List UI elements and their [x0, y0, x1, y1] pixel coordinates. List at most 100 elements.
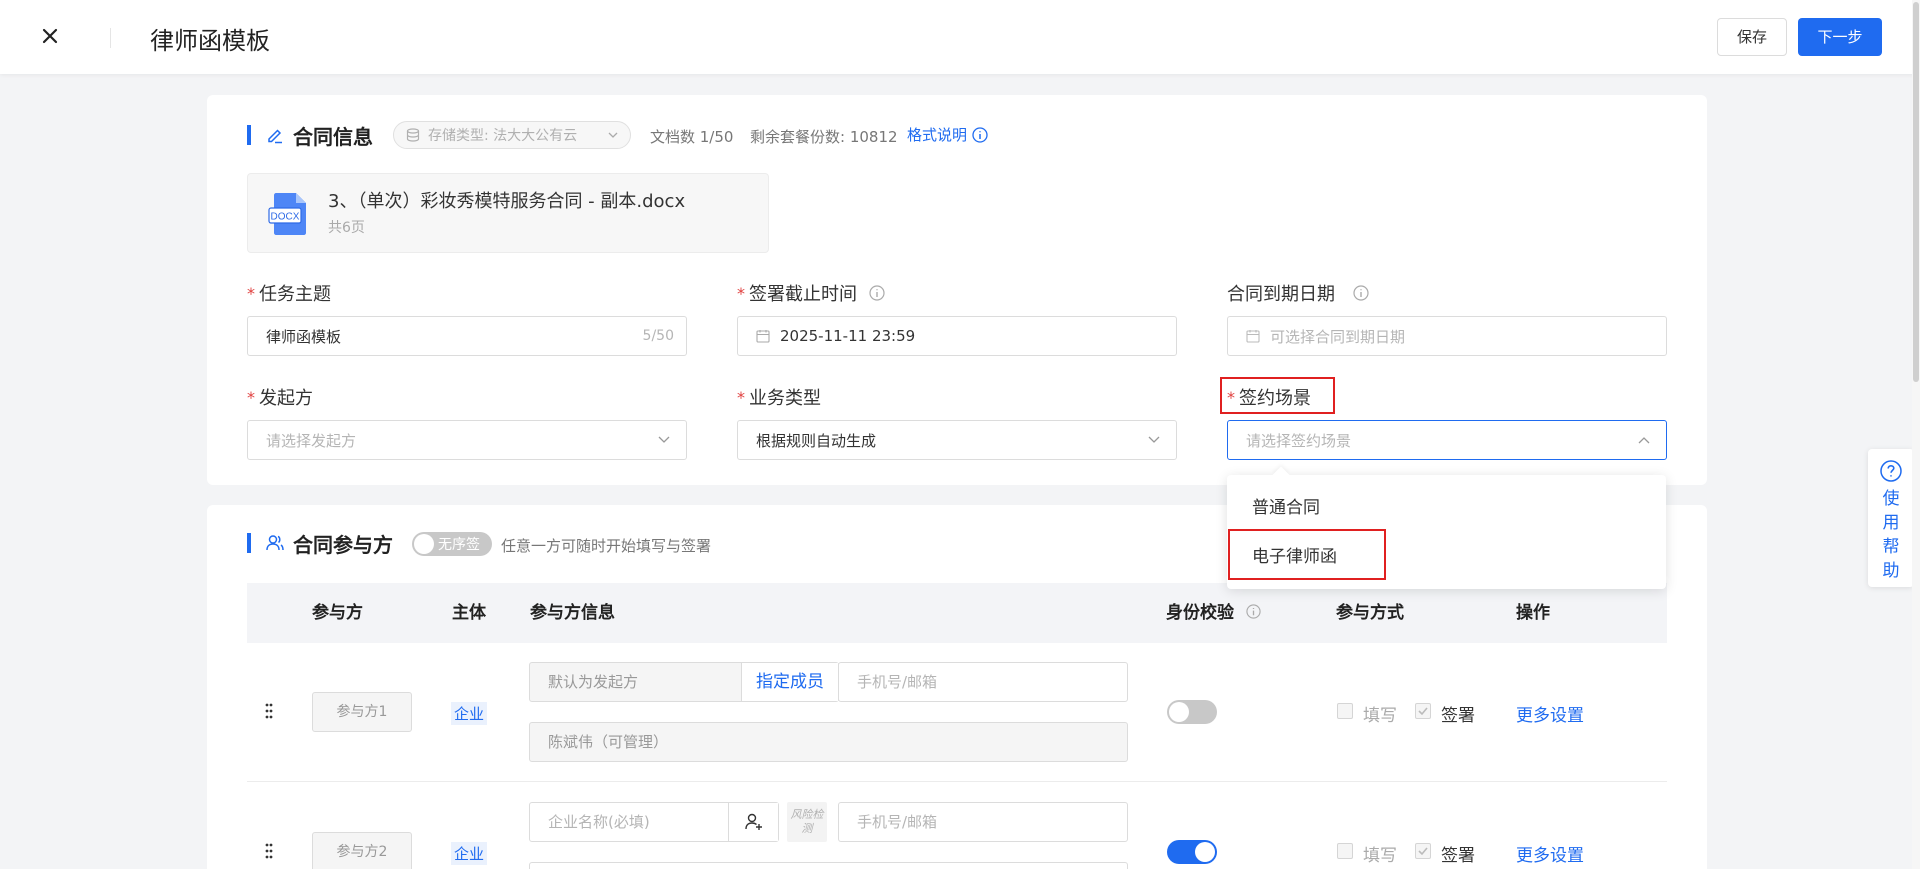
col-mode: 参与方式 — [1336, 603, 1404, 623]
scrollbar[interactable] — [1912, 0, 1920, 869]
next-step-button[interactable]: 下一步 — [1798, 18, 1882, 56]
info-icon[interactable] — [869, 285, 885, 301]
divider — [110, 28, 111, 48]
member-field[interactable]: 陈斌伟（可管理） — [529, 722, 1128, 762]
more-settings-link[interactable]: 更多设置 — [1516, 841, 1584, 866]
col-entity: 主体 — [452, 603, 486, 623]
contact-input[interactable]: 手机号/邮箱 — [838, 662, 1128, 702]
participant-name[interactable]: 参与方2 — [312, 832, 412, 869]
help-widget[interactable]: 使用帮助 — [1868, 449, 1914, 587]
format-help-link[interactable]: 格式说明 — [907, 124, 988, 145]
sign-label: 签署 — [1441, 706, 1475, 726]
col-verify-label: 身份校验 — [1166, 603, 1234, 623]
entity-badge[interactable]: 企业 — [451, 702, 488, 725]
input-value: 律师函模板 — [266, 327, 342, 346]
col-action: 操作 — [1516, 603, 1550, 623]
col-info: 参与方信息 — [530, 603, 615, 623]
fill-checkbox[interactable] — [1337, 703, 1353, 719]
identity-verify-toggle[interactable] — [1167, 840, 1217, 864]
table-header: 参与方 主体 参与方信息 身份校验 参与方式 操作 — [247, 583, 1667, 643]
drag-handle-icon[interactable] — [264, 843, 274, 859]
input-value: 根据规则自动生成 — [756, 431, 877, 450]
sign-label: 签署 — [1441, 846, 1475, 866]
file-name: 3、（单次）彩妆秀模特服务合同 - 副本.docx — [328, 191, 686, 212]
storage-type-label: 存储类型: 法大大公有云 — [428, 128, 578, 144]
sign-deadline-label: * 签署截止时间 — [737, 280, 885, 306]
fill-checkbox[interactable] — [1337, 843, 1353, 859]
col-participant: 参与方 — [312, 603, 363, 623]
info-icon — [972, 126, 988, 143]
file-pages: 共6页 — [328, 220, 365, 236]
char-count: 5/50 — [642, 328, 674, 344]
required-mark: * — [737, 283, 745, 303]
toggle-knob — [1169, 702, 1189, 722]
order-hint: 任意一方可随时开始填写与签署 — [501, 537, 712, 555]
chevron-down-icon — [658, 436, 670, 443]
docx-file-icon: DOCX — [268, 193, 306, 235]
input-placeholder: 可选择合同到期日期 — [1270, 327, 1406, 346]
chevron-down-icon — [1148, 436, 1160, 443]
initiator-label: * 发起方 — [247, 384, 313, 410]
required-mark: * — [247, 387, 255, 407]
toggle-knob — [414, 534, 434, 554]
scrollbar-thumb[interactable] — [1913, 2, 1919, 382]
chevron-up-icon — [1638, 437, 1650, 444]
task-subject-label: * 任务主题 — [247, 280, 331, 306]
close-icon[interactable] — [38, 24, 62, 48]
format-help-label: 格式说明 — [907, 126, 968, 144]
calendar-icon — [1246, 330, 1260, 343]
entity-badge[interactable]: 企业 — [451, 842, 488, 865]
help-label: 使用帮助 — [1882, 489, 1900, 581]
section-title: 合同信息 — [293, 124, 373, 149]
calendar-icon — [756, 330, 770, 343]
more-settings-link[interactable]: 更多设置 — [1516, 701, 1584, 726]
highlight-box — [1220, 377, 1335, 414]
participant-name[interactable]: 参与方1 — [312, 692, 412, 732]
input-placeholder: 企业名称(必填) — [548, 813, 650, 831]
label-text: 合同到期日期 — [1227, 284, 1335, 305]
contract-info-header: 合同信息 — [247, 120, 373, 150]
participants-header: 合同参与方 — [247, 528, 393, 558]
risk-check-button[interactable]: 风险检测 — [787, 802, 827, 842]
business-type-label: * 业务类型 — [737, 384, 821, 410]
edit-icon — [268, 129, 282, 144]
identity-verify-toggle[interactable] — [1167, 700, 1217, 724]
input-value: 2025-11-11 23:59 — [780, 327, 916, 345]
info-icon[interactable] — [1246, 604, 1261, 619]
sign-deadline-input[interactable]: 2025-11-11 23:59 — [737, 316, 1177, 356]
company-name-input[interactable]: 企业名称(必填) — [529, 802, 779, 842]
select-member-button[interactable] — [728, 803, 778, 841]
sign-scene-select[interactable]: 请选择签约场景 — [1227, 420, 1667, 460]
toggle-knob — [1195, 842, 1215, 862]
expiry-date-input[interactable]: 可选择合同到期日期 — [1227, 316, 1667, 356]
highlight-box — [1228, 529, 1386, 580]
storage-type-select[interactable]: 存储类型: 法大大公有云 — [393, 121, 631, 149]
member-field[interactable] — [529, 862, 1128, 869]
sign-order-toggle[interactable]: 无序签 — [412, 532, 492, 556]
sign-checkbox[interactable] — [1415, 703, 1431, 719]
question-icon — [1880, 460, 1902, 482]
section-accent-bar — [247, 533, 251, 553]
users-icon — [266, 535, 284, 551]
doc-count: 文档数 1/50 — [650, 128, 734, 146]
uploaded-file[interactable]: DOCX 3、（单次）彩妆秀模特服务合同 - 副本.docx 共6页 — [247, 173, 769, 253]
info-icon[interactable] — [1353, 285, 1369, 301]
label-text: 任务主题 — [259, 284, 331, 305]
initiator-select[interactable]: 请选择发起方 — [247, 420, 687, 460]
option-normal-contract[interactable]: 普通合同 — [1227, 488, 1666, 528]
check-icon — [1418, 847, 1428, 856]
page-title: 律师函模板 — [150, 27, 270, 55]
task-subject-input[interactable]: 律师函模板 5/50 — [247, 316, 687, 356]
required-mark: * — [737, 387, 745, 407]
col-verify: 身份校验 — [1166, 583, 1261, 643]
drag-handle-icon[interactable] — [264, 703, 274, 719]
row-divider — [247, 781, 1667, 782]
contact-input[interactable]: 手机号/邮箱 — [838, 802, 1128, 842]
sign-checkbox[interactable] — [1415, 843, 1431, 859]
business-type-select[interactable]: 根据规则自动生成 — [737, 420, 1177, 460]
database-icon — [406, 128, 420, 142]
top-bar: 律师函模板 保存 下一步 — [0, 0, 1920, 74]
save-button[interactable]: 保存 — [1717, 18, 1787, 56]
assign-member-button[interactable]: 指定成员 — [741, 663, 838, 701]
label-text: 签署截止时间 — [749, 284, 857, 305]
